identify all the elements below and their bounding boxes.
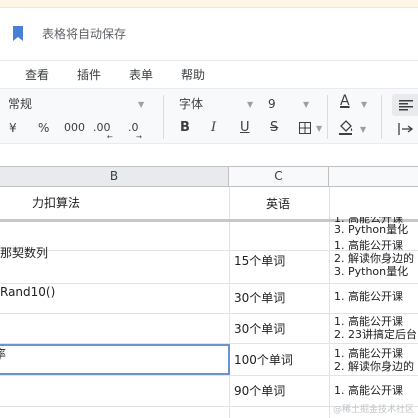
table-cell-b[interactable]: Rand10() (0, 285, 55, 299)
percent-button[interactable]: % (38, 120, 49, 136)
fill-color-button[interactable]: ▼ (338, 120, 368, 138)
column-letter-c: C (274, 169, 283, 183)
header-cell-b[interactable]: 力扣算法 (32, 196, 80, 210)
doc-save-status: 表格将自动保存 (42, 27, 127, 41)
paint-bucket-icon (338, 120, 354, 135)
title-bar: 表格将自动保存 (0, 8, 418, 60)
row-divider (0, 283, 418, 284)
table-cell-d-line[interactable]: 3. Python量化 (334, 265, 408, 278)
spreadsheet-page: 表格将自动保存 查看 插件 表单 帮助 常规 ▼ 字体 ▼ 9 ▼ A ▼ ¥ … (0, 0, 418, 418)
toolbar-divider (163, 95, 164, 139)
column-header-c[interactable]: C (229, 167, 329, 186)
font-size-caret-icon[interactable]: ▼ (303, 100, 309, 110)
table-cell-d-line[interactable]: 2. 解读你身边的 (334, 252, 414, 265)
bookmark-icon[interactable] (12, 26, 24, 42)
watermark: @稀土掘金技术社区 (332, 405, 414, 415)
text-color-label: A (340, 93, 350, 109)
notice-bar (0, 0, 418, 8)
column-header-b[interactable]: B (0, 167, 229, 186)
table-cell-c[interactable]: 30个单词 (234, 291, 285, 305)
thousands-separator-button[interactable]: 000 (64, 120, 85, 136)
font-family-select[interactable]: 字体 (179, 96, 203, 112)
font-size-select[interactable]: 9 (268, 96, 276, 112)
table-cell-d-line[interactable]: 1. 高能公开课 (334, 290, 403, 303)
header-cell-c[interactable]: 英语 (266, 197, 290, 211)
strikethrough-button[interactable]: S (270, 120, 278, 136)
formula-bar-area (0, 144, 418, 166)
borders-button[interactable]: ▼ (299, 122, 325, 136)
table-cell-c[interactable]: 30个单词 (234, 322, 285, 336)
table-cell-c[interactable]: 100个单词 (234, 353, 293, 367)
align-left-icon (399, 100, 413, 111)
table-cell-d-line[interactable]: 1. 高能公开课 (334, 315, 403, 328)
sheet-grid: 力扣算法 英语 1. 高能公开课 3. Python量化 那契数列 15个单词 … (0, 187, 418, 418)
table-cell-d-line[interactable]: 2. 解读你身边的 (334, 360, 414, 373)
arrow-left-icon: ← (107, 133, 113, 141)
increase-decimal-button[interactable]: .00 ← (93, 119, 115, 141)
selected-cell[interactable] (0, 344, 230, 375)
table-cell-c[interactable]: 15个单词 (234, 254, 285, 268)
underline-button[interactable]: U (240, 120, 250, 136)
font-family-caret-icon[interactable]: ▼ (247, 100, 253, 110)
fill-color-caret-icon: ▼ (360, 125, 367, 134)
number-format-caret-icon[interactable]: ▼ (138, 100, 144, 110)
menu-plugins[interactable]: 插件 (77, 66, 101, 84)
table-cell-d-line[interactable]: 2. 23讲搞定后台 (334, 328, 417, 341)
toolbar-divider (381, 95, 382, 139)
currency-button[interactable]: ¥ (9, 120, 17, 136)
menu-help[interactable]: 帮助 (181, 66, 205, 84)
borders-icon (299, 122, 311, 134)
table-cell-d[interactable]: 3. Python量化 (334, 223, 408, 236)
menu-forms[interactable]: 表单 (129, 66, 153, 84)
row-divider (0, 375, 418, 376)
table-cell-d-line[interactable]: 1. 高能公开课 (334, 347, 403, 360)
indent-icon[interactable] (398, 123, 414, 135)
column-header-row: B C (0, 166, 418, 187)
text-color-caret-icon[interactable]: ▼ (361, 100, 367, 110)
menubar: 查看 插件 表单 帮助 (0, 60, 418, 88)
text-color-button[interactable]: A (338, 93, 354, 113)
toolbar-divider (327, 95, 328, 139)
toolbar: 常规 ▼ 字体 ▼ 9 ▼ A ▼ ¥ % 000 .00 ← .0 → B I… (0, 88, 418, 144)
table-cell-b[interactable]: 那契数列 (0, 246, 48, 260)
italic-button[interactable]: I (211, 120, 216, 136)
align-left-button[interactable] (392, 94, 418, 116)
table-cell-d-line[interactable]: 1. 高能公开课 (334, 239, 403, 252)
table-cell-c[interactable]: 90个单词 (234, 384, 285, 398)
column-letter-b: B (109, 169, 119, 183)
borders-caret-icon: ▼ (316, 124, 323, 133)
table-cell-d-line[interactable]: 1. 高能公开课 (334, 384, 403, 397)
number-format-select[interactable]: 常规 (8, 96, 32, 112)
bold-button[interactable]: B (180, 120, 190, 136)
decrease-decimal-button[interactable]: .0 → (128, 119, 146, 141)
menu-view[interactable]: 查看 (25, 66, 49, 84)
row-divider (0, 313, 418, 314)
arrow-right-icon: → (136, 133, 142, 141)
